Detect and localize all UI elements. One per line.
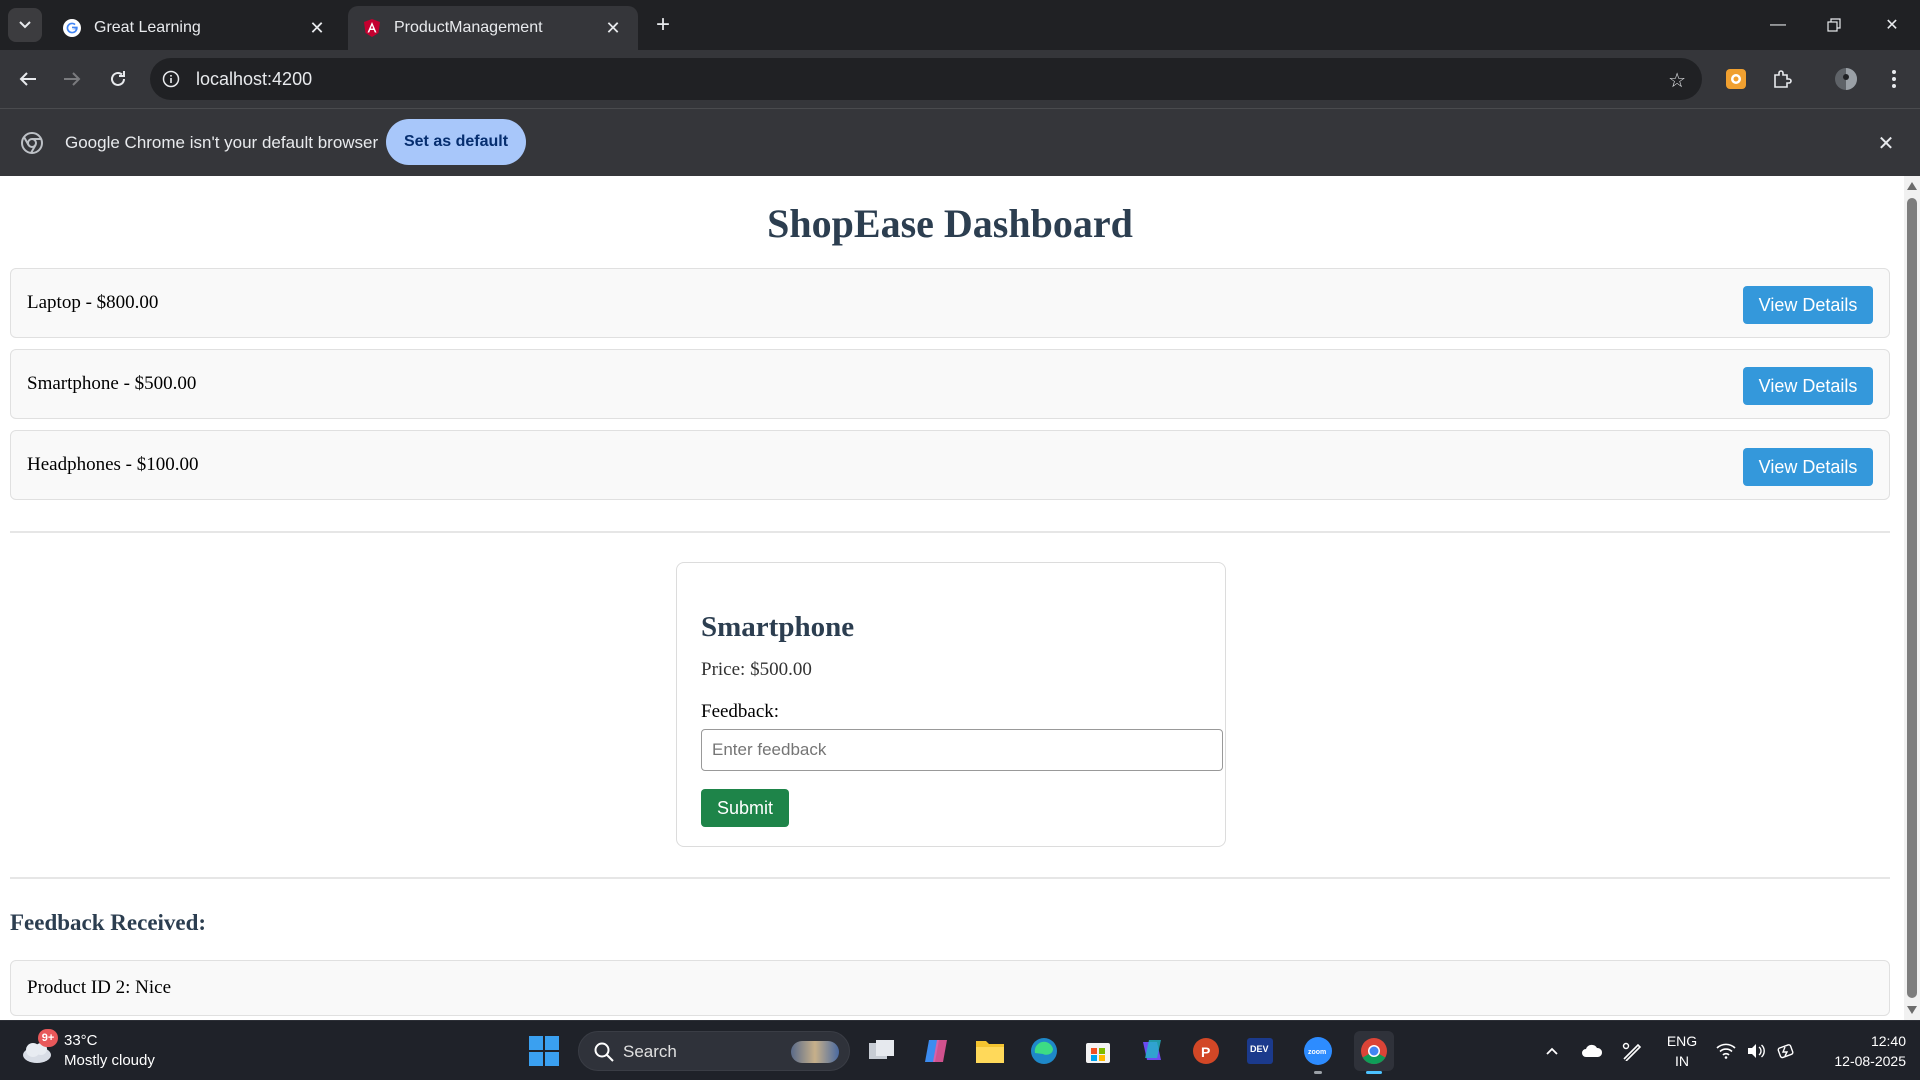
feedback-item-text: Product ID 2: Nice: [27, 977, 172, 998]
extension-icon[interactable]: [1722, 65, 1750, 93]
product-item: Headphones - $100.00 View Details: [10, 430, 1890, 500]
wifi-icon[interactable]: [1714, 1039, 1738, 1063]
notification-badge: 9+: [38, 1029, 58, 1047]
address-url: localhost:4200: [196, 68, 313, 89]
reload-icon[interactable]: [102, 63, 134, 95]
edge-browser-icon[interactable]: [1024, 1031, 1064, 1071]
pen-input-icon[interactable]: [1620, 1039, 1644, 1063]
close-infobar-icon[interactable]: ✕: [1872, 129, 1900, 157]
product-item: Laptop - $800.00 View Details: [10, 268, 1890, 338]
input-language-indicator[interactable]: ENG IN: [1664, 1031, 1700, 1071]
back-arrow-icon[interactable]: [12, 63, 44, 95]
show-hidden-icons-chevron-icon[interactable]: [1540, 1039, 1564, 1063]
active-indicator: [1366, 1071, 1382, 1074]
chrome-taskbar-icon[interactable]: [1354, 1031, 1394, 1074]
feedback-label: Feedback:: [701, 701, 780, 722]
clock-date: 12-08-2025: [1834, 1053, 1906, 1069]
microsoft-store-icon[interactable]: [1078, 1031, 1118, 1071]
section-divider: [10, 531, 1890, 533]
new-tab-plus-icon[interactable]: +: [650, 11, 676, 38]
task-view-icon[interactable]: [862, 1031, 902, 1071]
product-name-price: Smartphone - $500.00: [27, 373, 197, 394]
forward-arrow-icon[interactable]: [56, 63, 88, 95]
windows-taskbar: 9+ 33°C Mostly cloudy Search P DEV zoom: [0, 1020, 1920, 1080]
product-name-price: Laptop - $800.00: [27, 292, 159, 313]
address-bar[interactable]: localhost:4200 ☆: [150, 58, 1702, 100]
search-icon: [594, 1042, 614, 1062]
product-name-price: Headphones - $100.00: [27, 454, 199, 475]
profile-avatar-icon[interactable]: [1832, 65, 1860, 93]
default-browser-infobar: Google Chrome isn't your default browser…: [0, 108, 1920, 176]
windows-start-icon[interactable]: [526, 1033, 562, 1069]
bookmark-star-icon[interactable]: ☆: [1668, 68, 1686, 93]
weather-description: Mostly cloudy: [64, 1052, 155, 1069]
feedback-input[interactable]: [701, 729, 1223, 771]
product-item: Smartphone - $500.00 View Details: [10, 349, 1890, 419]
submit-feedback-button[interactable]: Submit: [701, 789, 789, 827]
onedrive-cloud-icon[interactable]: [1580, 1039, 1604, 1063]
taskbar-search-box[interactable]: Search: [578, 1031, 850, 1071]
close-tab-icon[interactable]: ✕: [306, 17, 328, 39]
minimize-icon[interactable]: —: [1750, 0, 1806, 50]
more-menu-icon[interactable]: [1880, 65, 1908, 93]
running-indicator: [1314, 1071, 1322, 1074]
file-explorer-icon[interactable]: [970, 1031, 1010, 1071]
details-product-name: Smartphone: [701, 611, 855, 643]
weather-temperature: 33°C: [64, 1032, 98, 1049]
tab-great-learning[interactable]: Great Learning ✕: [48, 6, 342, 50]
scroll-down-arrow-icon[interactable]: [1907, 1006, 1917, 1014]
section-divider: [10, 877, 1890, 879]
zoom-icon[interactable]: zoom: [1298, 1031, 1338, 1074]
view-details-button[interactable]: View Details: [1743, 286, 1873, 324]
restore-icon[interactable]: [1806, 0, 1862, 50]
page-title: ShopEase Dashboard: [767, 201, 1133, 246]
tab-title: ProductManagement: [394, 19, 543, 36]
tab-strip: Great Learning ✕ ProductManagement ✕ + —…: [0, 0, 1920, 50]
view-details-button[interactable]: View Details: [1743, 448, 1873, 486]
feedback-received-heading: Feedback Received:: [10, 910, 207, 935]
browser-toolbar: localhost:4200 ☆: [0, 50, 1920, 108]
extensions-puzzle-icon[interactable]: [1768, 65, 1796, 93]
svg-text:DEV: DEV: [1250, 1044, 1269, 1054]
copilot-icon[interactable]: [916, 1031, 956, 1071]
details-product-price: Price: $500.00: [701, 659, 812, 680]
close-tab-icon[interactable]: ✕: [602, 17, 624, 39]
volume-icon[interactable]: [1744, 1039, 1768, 1063]
chrome-logo-icon: [21, 132, 43, 154]
tab-search-button[interactable]: [8, 8, 42, 42]
search-label: Search: [623, 1042, 677, 1061]
scrollbar-thumb[interactable]: [1907, 198, 1917, 998]
product-details-card: Smartphone Price: $500.00 Feedback: Subm…: [676, 562, 1226, 847]
clock-time: 12:40: [1870, 1033, 1906, 1049]
dev-home-icon[interactable]: DEV: [1240, 1031, 1280, 1071]
close-window-icon[interactable]: ✕: [1864, 0, 1920, 50]
view-details-button[interactable]: View Details: [1743, 367, 1873, 405]
site-info-icon[interactable]: [150, 58, 192, 100]
set-as-default-button[interactable]: Set as default: [386, 119, 526, 165]
chevron-down-icon: [19, 21, 31, 29]
page-viewport: ShopEase Dashboard Laptop - $800.00 View…: [0, 176, 1920, 1020]
battery-icon[interactable]: [1774, 1039, 1798, 1063]
weather-widget[interactable]: 9+ 33°C Mostly cloudy: [20, 1029, 200, 1073]
tab-product-management[interactable]: ProductManagement ✕: [348, 6, 638, 50]
scroll-up-arrow-icon[interactable]: [1907, 182, 1917, 190]
search-highlight-image: [791, 1041, 839, 1063]
region-code: IN: [1675, 1053, 1689, 1069]
page-scrollbar[interactable]: [1904, 176, 1920, 1020]
infobar-message: Google Chrome isn't your default browser: [65, 133, 379, 152]
svg-text:zoom: zoom: [1308, 1049, 1326, 1056]
language-code: ENG: [1666, 1033, 1698, 1049]
svg-text:P: P: [1201, 1044, 1210, 1060]
google-favicon-icon: [62, 18, 82, 38]
tab-title: Great Learning: [94, 19, 201, 36]
powerpoint-icon[interactable]: P: [1186, 1031, 1226, 1071]
system-clock[interactable]: 12:40 12-08-2025: [1812, 1031, 1906, 1071]
microsoft-365-icon[interactable]: [1132, 1031, 1172, 1071]
feedback-list-item: Product ID 2: Nice: [10, 960, 1890, 1016]
angular-favicon-icon: [362, 18, 382, 38]
